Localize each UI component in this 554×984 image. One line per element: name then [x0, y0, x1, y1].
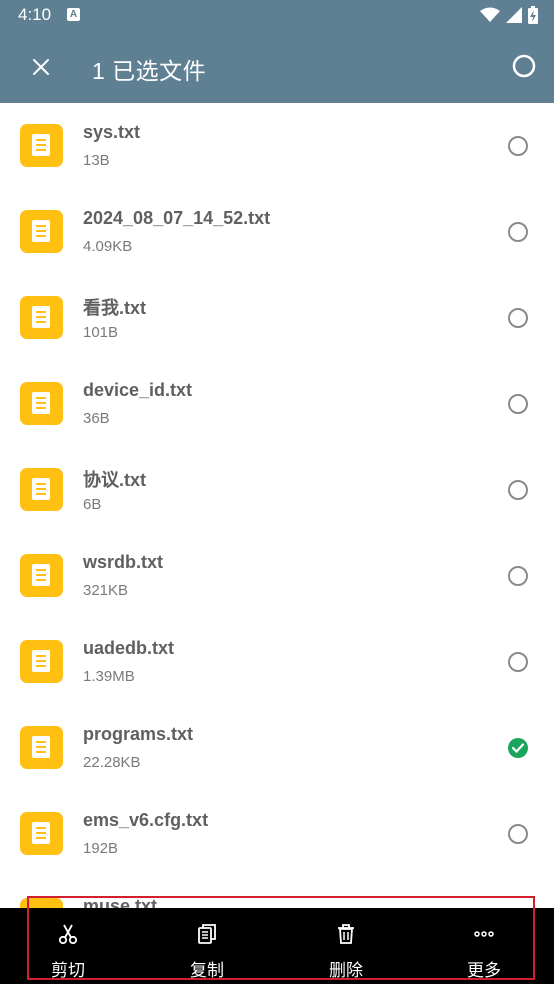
file-size: 22.28KB [83, 754, 141, 771]
action-label: 剪切 [51, 961, 85, 980]
file-list: sys.txt 13B 2024_08_07_14_52.txt 4.09KB 看我.t… [0, 103, 554, 908]
file-row[interactable]: programs.txt 22.28KB [0, 705, 554, 791]
text-file-icon [20, 382, 63, 425]
select-checkbox[interactable] [508, 566, 528, 586]
file-name: muse.txt [83, 896, 158, 908]
text-file-icon [20, 210, 63, 253]
trash-icon [334, 922, 358, 946]
bottom-action-bar: 剪切 复制 删除 更多 [0, 908, 554, 984]
select-checkbox[interactable] [508, 308, 528, 328]
selection-toolbar: 1 已选文件 [0, 30, 554, 103]
file-size: 192B [83, 840, 119, 857]
cut-button[interactable]: 剪切 [28, 908, 108, 984]
file-name: programs.txt [83, 724, 194, 744]
file-row[interactable]: device_id.txt 36B [0, 361, 554, 447]
text-file-icon [20, 812, 63, 855]
action-label: 更多 [467, 961, 501, 980]
text-file-icon [20, 898, 63, 908]
close-button[interactable] [24, 50, 58, 84]
status-time: 4:10 [18, 5, 52, 24]
checkmark-icon [512, 743, 524, 753]
select-checkbox[interactable] [508, 480, 528, 500]
select-all-button[interactable] [512, 54, 536, 78]
file-row[interactable]: ems_v6.cfg.txt 192B [0, 791, 554, 877]
file-row[interactable]: 协议.txt 6B [0, 447, 554, 533]
select-checkbox[interactable] [508, 394, 528, 414]
file-row[interactable]: 2024_08_07_14_52.txt 4.09KB [0, 189, 554, 275]
page-title: 1 已选文件 [92, 58, 207, 84]
copy-icon [195, 922, 219, 946]
file-name: 协议.txt [83, 470, 146, 490]
more-icon [472, 922, 496, 946]
file-size: 36B [83, 410, 110, 427]
wifi-icon [480, 7, 500, 22]
select-checkbox[interactable] [508, 222, 528, 242]
file-name: device_id.txt [83, 380, 193, 400]
signal-icon [506, 7, 522, 23]
action-label: 复制 [190, 961, 224, 980]
file-row[interactable]: muse.txt [0, 877, 554, 908]
select-checkbox[interactable] [508, 738, 528, 758]
file-size: 1.39MB [83, 668, 135, 685]
text-file-icon [20, 554, 63, 597]
select-checkbox[interactable] [508, 136, 528, 156]
status-icons [480, 6, 538, 24]
select-checkbox[interactable] [508, 824, 528, 844]
file-size: 321KB [83, 582, 129, 599]
file-name: ems_v6.cfg.txt [83, 810, 209, 830]
text-file-icon [20, 468, 63, 511]
file-name: 2024_08_07_14_52.txt [83, 208, 271, 228]
select-checkbox[interactable] [508, 652, 528, 672]
copy-button[interactable]: 复制 [167, 908, 247, 984]
action-label: 删除 [329, 961, 363, 980]
text-file-icon [20, 124, 63, 167]
file-size: 13B [83, 152, 110, 169]
file-row[interactable]: uadedb.txt 1.39MB [0, 619, 554, 705]
text-file-icon [20, 726, 63, 769]
text-file-icon [20, 640, 63, 683]
circle-icon [512, 54, 536, 78]
file-row[interactable]: 看我.txt 101B [0, 275, 554, 361]
file-size: 6B [83, 496, 102, 513]
file-name: sys.txt [83, 122, 141, 142]
file-size: 4.09KB [83, 238, 133, 255]
file-name: uadedb.txt [83, 638, 175, 658]
battery-icon [528, 6, 538, 24]
more-button[interactable]: 更多 [444, 908, 524, 984]
text-file-icon [20, 296, 63, 339]
delete-button[interactable]: 删除 [306, 908, 386, 984]
close-icon [33, 59, 49, 75]
file-row[interactable]: wsrdb.txt 321KB [0, 533, 554, 619]
file-name: wsrdb.txt [83, 552, 164, 572]
file-name: 看我.txt [83, 298, 146, 318]
file-size: 101B [83, 324, 119, 341]
app-notification-icon: A [67, 8, 80, 21]
scissors-icon [56, 922, 80, 946]
status-bar: 4:10 A [0, 0, 554, 30]
file-row[interactable]: sys.txt 13B [0, 103, 554, 189]
